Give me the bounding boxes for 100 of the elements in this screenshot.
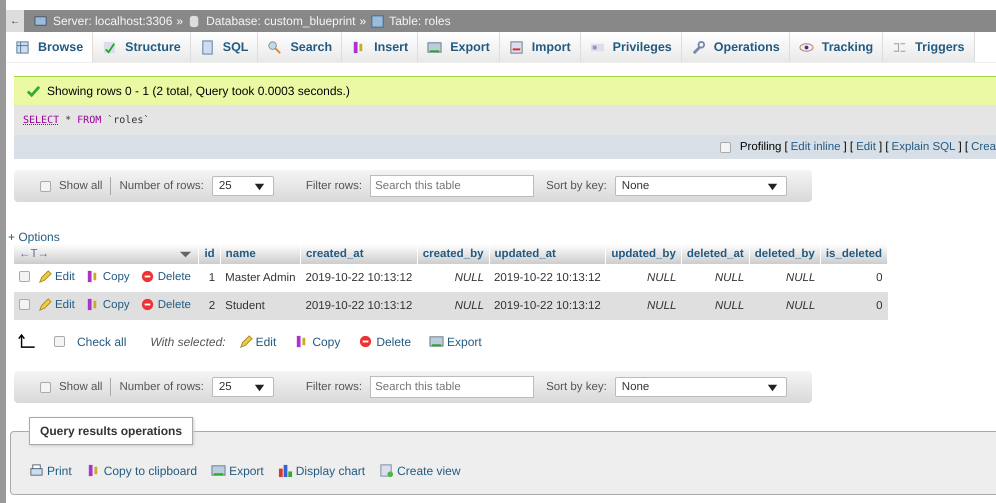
tab[interactable]: Operations xyxy=(682,32,790,62)
tab[interactable]: Triggers xyxy=(883,32,974,62)
sql-text: `roles` xyxy=(107,114,150,126)
table-icon xyxy=(15,40,30,54)
table-cell: NULL xyxy=(749,264,820,292)
document-icon xyxy=(200,40,215,54)
success-text: Showing rows 0 - 1 (2 total, Query took 0.0003 seconds.) xyxy=(47,84,350,98)
tab[interactable]: Privileges xyxy=(580,32,682,62)
column-header[interactable]: deleted_at xyxy=(681,244,750,264)
column-header[interactable]: updated_by xyxy=(606,244,682,264)
back-button[interactable]: ← xyxy=(6,10,24,32)
table-cell: Master Admin xyxy=(220,264,300,292)
bracket: ] [ xyxy=(844,141,854,153)
column-header[interactable]: name xyxy=(220,244,300,264)
delete-link[interactable]: Delete xyxy=(140,269,191,284)
options-link[interactable]: + Options xyxy=(8,230,60,244)
bracket: ] [ xyxy=(958,141,968,153)
tab[interactable]: Export xyxy=(418,32,500,62)
column-arrows[interactable]: ←T→ xyxy=(19,248,50,260)
sort-select[interactable]: None xyxy=(614,377,787,397)
table-cell: 2019-10-22 10:13:12 xyxy=(300,264,418,292)
breadcrumb-link[interactable]: Database: custom_blueprint xyxy=(206,14,356,28)
filter-field[interactable]: Search this table xyxy=(370,376,534,398)
edit-link[interactable]: Edit xyxy=(37,269,75,284)
breadcrumb-link[interactable]: Table: roles xyxy=(389,14,451,28)
export-icon xyxy=(429,334,444,349)
show-all-label: Show all xyxy=(59,381,102,393)
table-cell: Student xyxy=(220,292,300,320)
tab[interactable]: SQL xyxy=(190,32,258,62)
tab[interactable]: Insert xyxy=(342,32,418,62)
sort-label: Sort by key: xyxy=(546,180,607,192)
delete-icon xyxy=(358,334,374,349)
tab[interactable]: Structure xyxy=(93,32,191,62)
column-header[interactable]: is_deleted xyxy=(820,244,888,264)
operation-link[interactable]: Copy to clipboard xyxy=(86,463,198,478)
tab[interactable]: Search xyxy=(258,32,342,62)
delete-icon xyxy=(140,297,155,312)
table-cell: 1 xyxy=(198,264,220,292)
link[interactable]: Edit inline xyxy=(790,141,841,153)
copy-link[interactable]: Copy xyxy=(84,269,130,284)
copy-link[interactable]: Copy xyxy=(84,297,130,312)
wrench-icon xyxy=(690,40,706,54)
delete-link[interactable]: Delete xyxy=(140,297,191,312)
table-cell: NULL xyxy=(417,264,490,292)
rows-label: Number of rows: xyxy=(119,381,204,393)
check-all-link[interactable]: Check all xyxy=(77,334,126,348)
link[interactable]: Explain SQL xyxy=(892,141,956,153)
breadcrumb-link[interactable]: Server: localhost:3306 xyxy=(53,14,172,28)
table-cell: 2019-10-22 10:13:12 xyxy=(489,264,606,292)
tab[interactable]: Import xyxy=(500,32,581,62)
table-cell: 0 xyxy=(820,264,888,292)
operation-link[interactable]: Print xyxy=(29,463,72,478)
bulk-action-link[interactable]: Copy xyxy=(294,334,340,349)
tab[interactable]: Tracking xyxy=(790,32,884,62)
link[interactable]: Crea xyxy=(971,141,996,153)
table-cell: NULL xyxy=(606,292,682,320)
pencil-icon xyxy=(37,297,52,312)
separator: » xyxy=(176,14,184,28)
bulk-action-link[interactable]: Delete xyxy=(358,334,412,349)
checkbox[interactable] xyxy=(19,271,30,282)
sql-text: * xyxy=(65,114,72,126)
rows-label: Number of rows: xyxy=(119,180,204,192)
operation-link[interactable]: Export xyxy=(211,463,264,478)
checkbox[interactable] xyxy=(40,382,51,392)
table-cell: NULL xyxy=(606,264,682,292)
computer-icon xyxy=(34,14,49,28)
separator: » xyxy=(360,14,366,28)
rows-select[interactable]: 25 xyxy=(212,176,274,196)
column-header[interactable]: deleted_by xyxy=(749,244,820,264)
operation-link[interactable]: Display chart xyxy=(278,463,366,478)
link[interactable]: Edit xyxy=(856,141,876,153)
table-cell: NULL xyxy=(749,292,820,320)
checkbox[interactable] xyxy=(54,336,65,347)
table-icon xyxy=(370,14,386,28)
filter-field[interactable]: Search this table xyxy=(370,175,534,197)
table-cell: 2019-10-22 10:13:12 xyxy=(489,292,606,320)
operation-link[interactable]: Create view xyxy=(379,463,460,478)
checkbox[interactable] xyxy=(720,142,731,152)
bulk-action-link[interactable]: Export xyxy=(429,334,482,349)
sql-keyword[interactable]: SELECT xyxy=(23,114,60,126)
with-selected-label: With selected: xyxy=(150,334,226,348)
table-cell: 2019-10-22 10:13:12 xyxy=(300,292,418,320)
pencil-icon xyxy=(238,334,253,349)
pencil-icon xyxy=(37,269,52,284)
column-header[interactable]: updated_at xyxy=(489,244,606,264)
sort-select[interactable]: None xyxy=(614,176,787,196)
rows-select[interactable]: 25 xyxy=(212,377,274,397)
edit-link[interactable]: Edit xyxy=(37,297,75,312)
checkbox[interactable] xyxy=(19,299,30,310)
table-cell: 2 xyxy=(198,292,220,320)
column-header[interactable]: id xyxy=(198,244,220,264)
checkbox[interactable] xyxy=(40,180,51,192)
show-all-label: Show all xyxy=(59,180,102,192)
column-header[interactable]: created_by xyxy=(417,244,490,264)
export-icon xyxy=(211,463,226,478)
panel-legend: Query results operations xyxy=(29,417,194,445)
bulk-action-link[interactable]: Edit xyxy=(238,334,276,349)
printer-icon xyxy=(29,463,44,478)
column-header[interactable]: created_at xyxy=(300,244,418,264)
magnifier-icon xyxy=(267,40,282,54)
